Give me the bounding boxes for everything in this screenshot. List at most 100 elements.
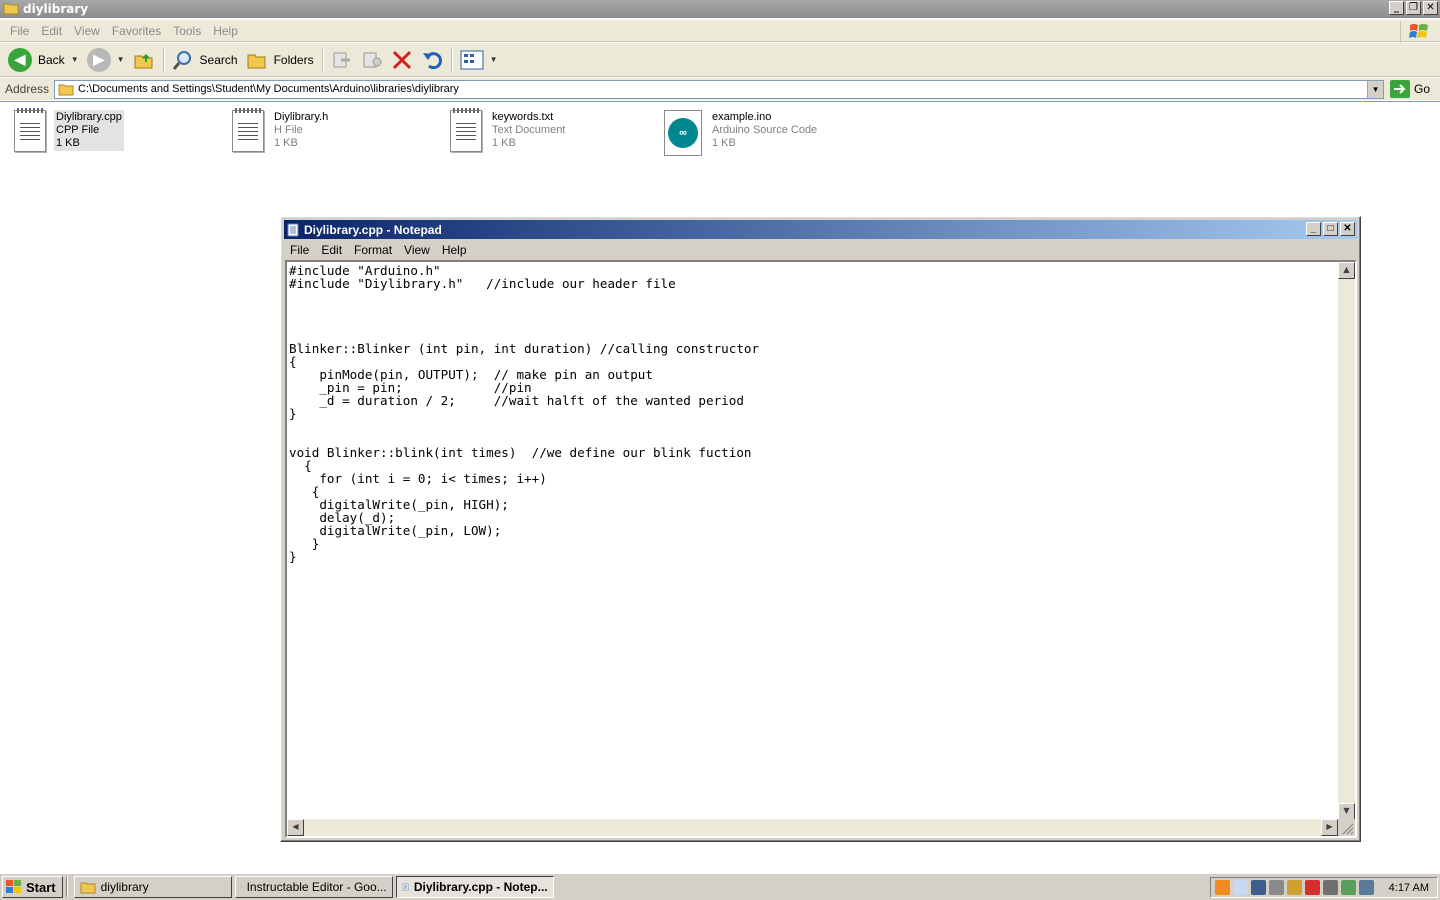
chevron-down-icon[interactable]: ▼	[71, 55, 79, 64]
windows-logo-icon	[1400, 21, 1436, 43]
system-tray: 4:17 AM	[1209, 877, 1438, 898]
notepad-icon	[287, 223, 299, 236]
task-button-notepad[interactable]: Diylibrary.cpp - Notep...	[395, 876, 554, 898]
go-button[interactable]: Go	[1390, 80, 1430, 98]
close-button[interactable]: ✕	[1340, 222, 1355, 236]
up-folder-icon	[134, 53, 153, 68]
file-type: H File	[274, 124, 303, 136]
move-to-icon	[333, 52, 350, 67]
move-to-button[interactable]	[327, 47, 357, 73]
file-type: Arduino Source Code	[712, 124, 818, 136]
menu-help[interactable]: Help	[207, 22, 244, 40]
device-icon[interactable]	[1250, 880, 1266, 895]
folders-button[interactable]: Folders	[242, 47, 318, 73]
wireless-icon[interactable]	[1268, 880, 1284, 895]
undo-button[interactable]	[417, 46, 447, 74]
back-label: Back	[38, 52, 65, 67]
menu-favorites[interactable]: Favorites	[106, 22, 167, 40]
search-button[interactable]: Search	[168, 46, 242, 74]
address-label: Address	[5, 82, 50, 96]
delete-button[interactable]	[387, 46, 417, 74]
back-arrow-icon: ◀	[8, 47, 32, 72]
menu-edit[interactable]: Edit	[35, 22, 68, 40]
views-button[interactable]: ▼	[456, 47, 502, 73]
menu-tools[interactable]: Tools	[167, 22, 207, 40]
scroll-right-arrow-icon[interactable]: ▶	[1321, 819, 1338, 836]
file-item-example-ino[interactable]: ∞ example.ino Arduino Source Code 1 KB	[664, 110, 819, 156]
chrome-icon	[240, 886, 242, 888]
task-label: Diylibrary.cpp - Notep...	[413, 880, 548, 894]
notepad-text-area[interactable]: #include "Arduino.h" #include "Diylibrar…	[288, 263, 1340, 821]
up-folder-button[interactable]	[129, 47, 159, 73]
file-name: keywords.txt	[492, 111, 554, 123]
text-file-icon	[14, 108, 46, 152]
file-type: CPP File	[56, 124, 100, 136]
horizontal-scrollbar[interactable]: ◀ ▶	[287, 819, 1338, 836]
scroll-down-arrow-icon[interactable]: ▼	[1338, 803, 1355, 820]
task-label: Instructable Editor - Goo...	[246, 880, 387, 894]
text-file-icon	[450, 108, 482, 152]
address-path: C:\Documents and Settings\Student\My Doc…	[78, 83, 459, 95]
notepad-title: Diylibrary.cpp - Notepad	[304, 222, 442, 237]
menu-view[interactable]: View	[398, 242, 436, 258]
vertical-scrollbar[interactable]: ▲ ▼	[1338, 262, 1355, 820]
notepad-editor[interactable]: #include "Arduino.h" #include "Diylibrar…	[285, 260, 1357, 838]
restore-button[interactable]: ❐	[1406, 1, 1421, 15]
security-icon[interactable]	[1286, 880, 1302, 895]
update-icon[interactable]	[1340, 880, 1356, 895]
task-button-diylibrary[interactable]: diylibrary	[73, 876, 232, 898]
clock[interactable]: 4:17 AM	[1389, 882, 1429, 894]
forward-button[interactable]: ▶ ▼	[83, 45, 129, 75]
folders-icon	[247, 54, 266, 68]
file-item-diylibrary-cpp[interactable]: Diylibrary.cpp CPP File 1 KB	[14, 108, 124, 152]
menu-edit[interactable]: Edit	[315, 242, 348, 258]
menu-file[interactable]: File	[4, 22, 35, 40]
menu-format[interactable]: Format	[348, 242, 398, 258]
undo-icon	[422, 51, 442, 69]
menu-view[interactable]: View	[68, 22, 106, 40]
explorer-title-bar[interactable]: diylibrary _ ❐ ✕	[0, 0, 1440, 18]
network-disconnected-icon[interactable]	[1304, 880, 1320, 895]
resize-grip-icon[interactable]	[1338, 819, 1355, 836]
file-item-keywords-txt[interactable]: keywords.txt Text Document 1 KB	[450, 108, 567, 152]
address-bar: Address C:\Documents and Settings\Studen…	[0, 78, 1440, 100]
task-button-chrome[interactable]: Instructable Editor - Goo...	[234, 876, 393, 898]
notepad-menu-bar: File Edit Format View Help	[284, 241, 1357, 259]
menu-help[interactable]: Help	[436, 242, 473, 258]
file-name: example.ino	[712, 111, 772, 123]
minimize-button[interactable]: _	[1306, 222, 1321, 236]
delete-icon	[392, 50, 411, 69]
speaker-icon[interactable]	[1322, 880, 1338, 895]
maximize-button[interactable]: □	[1323, 222, 1338, 236]
file-name: Diylibrary.cpp	[56, 111, 122, 123]
file-item-diylibrary-h[interactable]: Diylibrary.h H File 1 KB	[232, 108, 330, 152]
address-dropdown-button[interactable]: ▼	[1367, 80, 1384, 98]
folders-label: Folders	[273, 52, 314, 67]
go-label: Go	[1414, 82, 1431, 96]
close-button[interactable]: ✕	[1423, 1, 1438, 15]
minimize-button[interactable]: _	[1389, 1, 1404, 15]
search-label: Search	[199, 52, 238, 67]
notepad-window[interactable]: Diylibrary.cpp - Notepad _ □ ✕ File Edit…	[280, 216, 1361, 842]
copy-to-icon	[363, 52, 382, 67]
notepad-title-bar[interactable]: Diylibrary.cpp - Notepad _ □ ✕	[284, 220, 1357, 239]
scroll-up-arrow-icon[interactable]: ▲	[1338, 262, 1355, 279]
back-button[interactable]: ◀ Back ▼	[4, 45, 83, 75]
chevron-down-icon[interactable]: ▼	[117, 55, 125, 64]
network-icon[interactable]	[1358, 880, 1374, 895]
start-button[interactable]: Start	[2, 876, 63, 898]
address-input[interactable]: C:\Documents and Settings\Student\My Doc…	[54, 79, 1385, 99]
windows-logo-icon	[6, 880, 21, 893]
explorer-toolbar: ◀ Back ▼ ▶ ▼ Search Folders ▼	[0, 43, 1440, 77]
copy-to-button[interactable]	[357, 47, 387, 73]
menu-file[interactable]: File	[284, 242, 315, 258]
taskbar: Start diylibrary Instructable Editor - G…	[0, 873, 1440, 900]
text-file-icon	[232, 108, 264, 152]
chevron-down-icon[interactable]: ▼	[490, 55, 498, 64]
explorer-title: diylibrary	[23, 2, 89, 16]
java-icon[interactable]	[1214, 880, 1230, 895]
scroll-left-arrow-icon[interactable]: ◀	[287, 819, 304, 836]
folder-icon	[3, 1, 19, 18]
magnifier-icon[interactable]	[1232, 880, 1248, 895]
file-size: 1 KB	[274, 137, 298, 149]
